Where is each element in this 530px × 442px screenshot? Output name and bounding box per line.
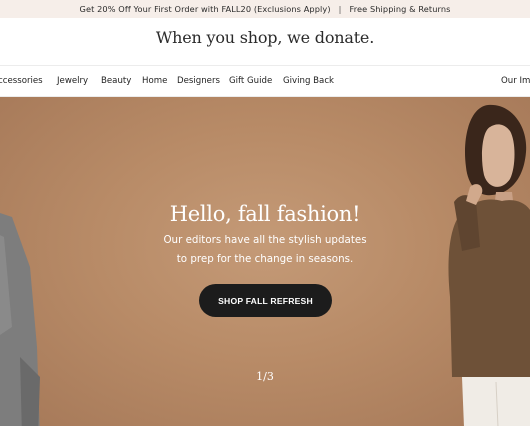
nav-item-giving-back[interactable]: Giving Back — [283, 76, 334, 86]
page-content-below — [0, 426, 530, 442]
nav-item-gift-guide[interactable]: Gift Guide — [229, 76, 272, 86]
shop-fall-refresh-button[interactable]: SHOP FALL REFRESH — [199, 284, 332, 317]
nav-item-accessories[interactable]: ccessories — [0, 76, 43, 86]
promo-bar[interactable]: Get 20% Off Your First Order with FALL20… — [0, 0, 530, 18]
hero-title: Hello, fall fashion! — [169, 202, 361, 226]
promo-separator: | — [338, 4, 342, 14]
hero-banner[interactable]: Hello, fall fashion! Our editors have al… — [0, 97, 530, 426]
nav-item-our-impact[interactable]: Our Imp — [501, 76, 530, 86]
brand-tagline[interactable]: When you shop, we donate. — [0, 28, 530, 47]
promo-offer-text[interactable]: Get 20% Off Your First Order with FALL20… — [80, 4, 331, 14]
nav-item-beauty[interactable]: Beauty — [101, 76, 131, 86]
hero-subtitle-line-1: Our editors have all the stylish updates — [163, 234, 367, 246]
nav-item-home[interactable]: Home — [142, 76, 167, 86]
hero-subtitle-line-2: to prep for the change in seasons. — [176, 253, 354, 265]
slide-counter: 1/3 — [256, 370, 274, 383]
nav-item-jewelry[interactable]: Jewelry — [57, 76, 88, 86]
main-nav: ccessories Jewelry Beauty Home Designers… — [0, 66, 530, 96]
promo-shipping-text[interactable]: Free Shipping & Returns — [349, 4, 450, 14]
nav-item-designers[interactable]: Designers — [177, 76, 220, 86]
